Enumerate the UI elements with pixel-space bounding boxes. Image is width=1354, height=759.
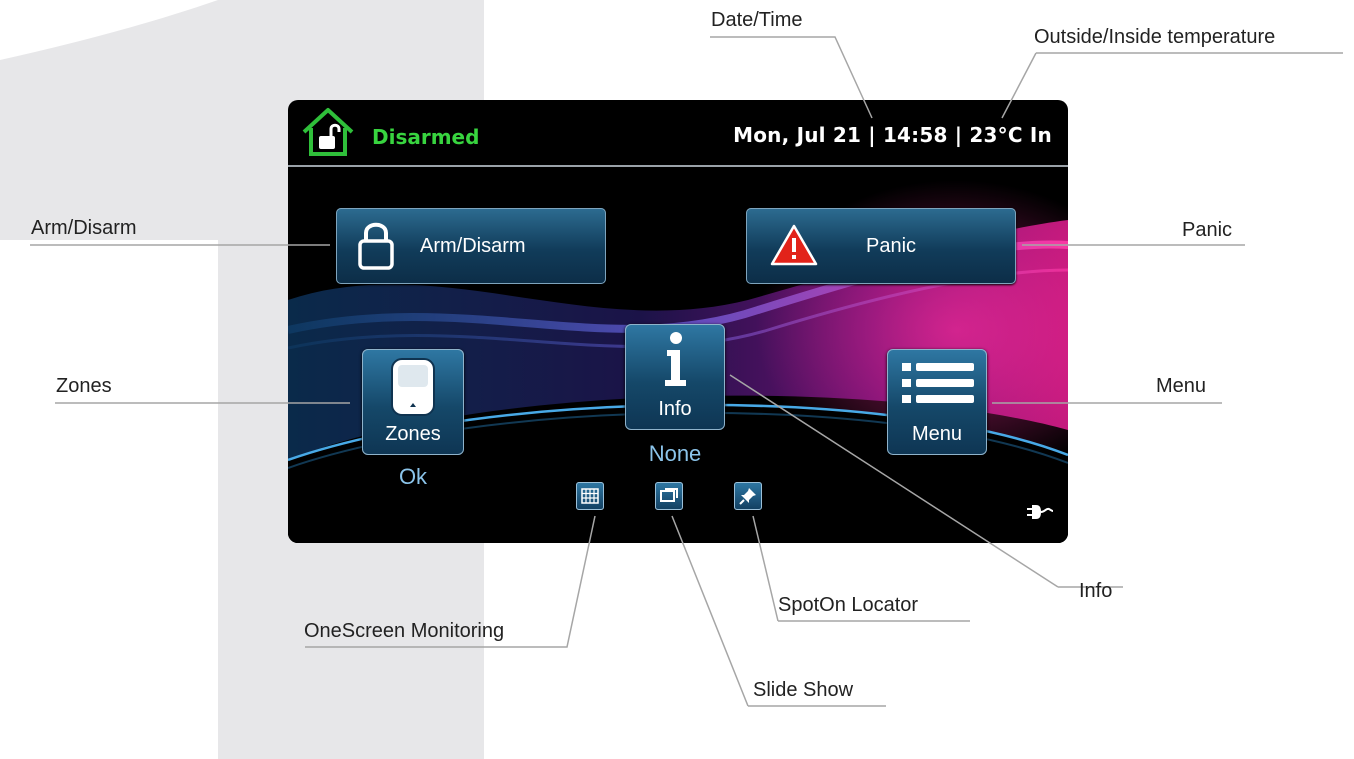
- padlock-icon: [358, 222, 394, 270]
- zones-label: Zones: [385, 423, 441, 445]
- panic-callout: Panic: [1182, 219, 1233, 241]
- pushpin-icon: [739, 488, 756, 505]
- slides-icon: [660, 488, 678, 502]
- header-divider: [288, 165, 1068, 167]
- arm-disarm-button[interactable]: Arm/Disarm: [336, 208, 606, 284]
- zones-status: Ok: [398, 464, 428, 489]
- slide-show-button[interactable]: [655, 482, 683, 510]
- menu-list-icon: [902, 363, 974, 403]
- info-button[interactable]: Info: [625, 324, 725, 430]
- panic-label: Panic: [866, 235, 917, 257]
- onescreen-monitoring-button[interactable]: [576, 482, 604, 510]
- zones-callout: Zones: [56, 375, 112, 397]
- info-label: Info: [658, 398, 692, 420]
- panic-button[interactable]: Panic: [746, 208, 1016, 284]
- menu-button[interactable]: Menu: [887, 349, 987, 455]
- spoton-callout: SpotOn Locator: [778, 594, 919, 616]
- zone-sensor-icon: [391, 358, 435, 416]
- spoton-locator-button[interactable]: [734, 482, 762, 510]
- date-time-callout: Date/Time: [711, 9, 803, 31]
- info-icon: [665, 332, 686, 386]
- temperature-callout: Outside/Inside temperature: [1034, 26, 1276, 48]
- slideshow-callout: Slide Show: [753, 679, 854, 701]
- keypad-screen: Disarmed Mon, Jul 21 | 14:58 | 23°C In A…: [288, 100, 1068, 543]
- zones-button[interactable]: Zones: [362, 349, 464, 455]
- info-status: None: [648, 441, 702, 466]
- arm-disarm-callout: Arm/Disarm: [31, 217, 137, 239]
- menu-callout: Menu: [1156, 375, 1207, 397]
- status-header: Disarmed Mon, Jul 21 | 14:58 | 23°C In: [288, 100, 1068, 166]
- menu-label: Menu: [911, 423, 963, 445]
- grid-icon: [581, 488, 599, 504]
- arm-status-text: Disarmed: [372, 125, 480, 149]
- warning-icon: [770, 224, 818, 266]
- home-unlocked-icon[interactable]: [300, 106, 356, 158]
- date-time-temperature: Mon, Jul 21 | 14:58 | 23°C In: [733, 123, 1052, 147]
- arm-disarm-label: Arm/Disarm: [420, 235, 526, 257]
- info-callout: Info: [1079, 580, 1113, 602]
- onescreen-callout: OneScreen Monitoring: [304, 620, 505, 642]
- power-plug-icon: [1027, 505, 1054, 519]
